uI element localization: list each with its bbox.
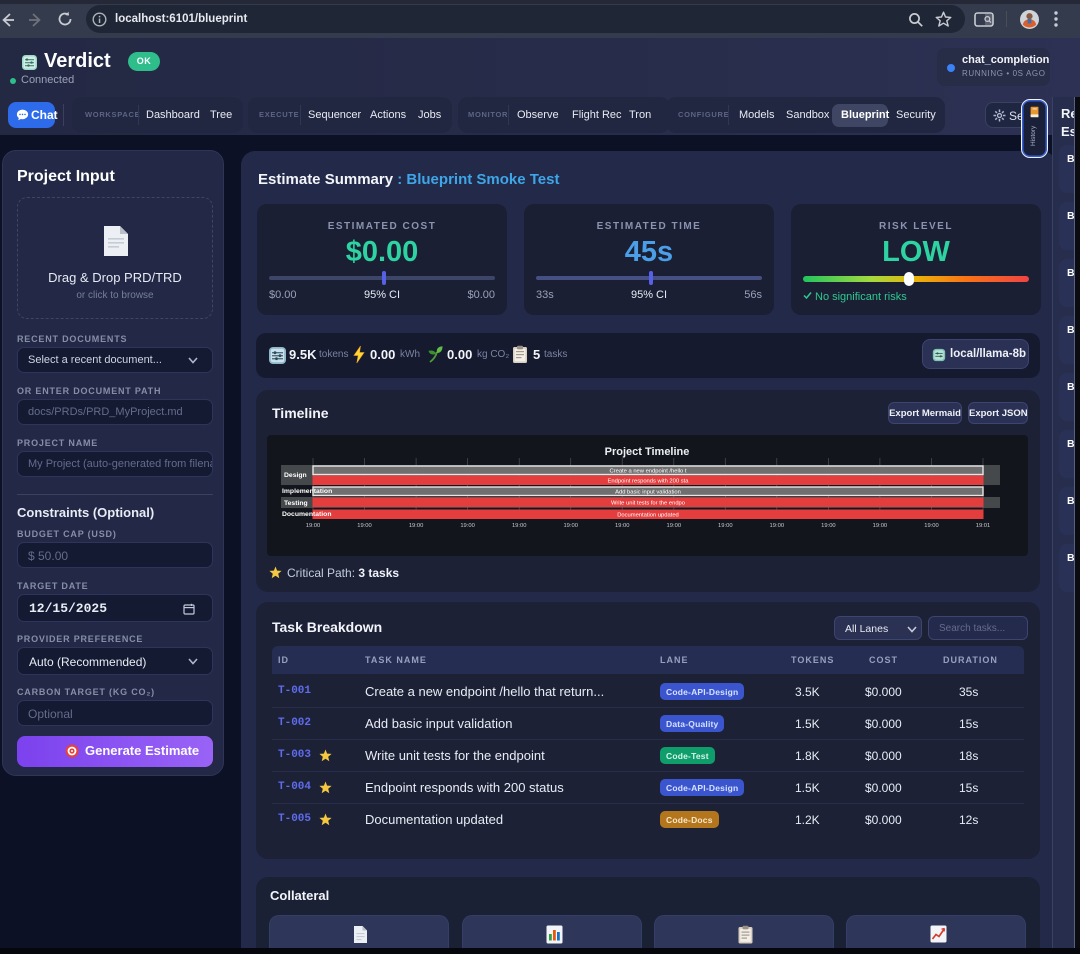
- svg-text:19:00: 19:00: [873, 523, 888, 529]
- svg-text:19:00: 19:00: [512, 523, 527, 529]
- svg-text:19:00: 19:00: [718, 523, 733, 529]
- svg-text:Design: Design: [284, 472, 307, 479]
- svg-text:19:00: 19:00: [409, 523, 424, 529]
- svg-text:19:00: 19:00: [924, 523, 939, 529]
- svg-text:Documentation: Documentation: [282, 511, 331, 518]
- svg-text:Endpoint responds with 200 sta: Endpoint responds with 200 sta: [608, 479, 690, 485]
- svg-text:19:00: 19:00: [306, 523, 321, 529]
- svg-text:Implementation: Implementation: [282, 488, 332, 495]
- svg-text:19:00: 19:00: [770, 523, 785, 529]
- svg-text:19:01: 19:01: [976, 523, 991, 529]
- svg-text:19:00: 19:00: [563, 523, 578, 529]
- svg-text:Create a new endpoint /hello t: Create a new endpoint /hello t: [609, 469, 686, 475]
- svg-text:19:00: 19:00: [357, 523, 372, 529]
- svg-text:Project Timeline: Project Timeline: [605, 446, 690, 458]
- svg-text:19:00: 19:00: [615, 523, 630, 529]
- svg-text:Documentation updated: Documentation updated: [617, 513, 679, 519]
- svg-text:Write unit tests for the endpo: Write unit tests for the endpo: [611, 501, 685, 507]
- svg-text:19:00: 19:00: [821, 523, 836, 529]
- svg-text:Add basic input validation: Add basic input validation: [615, 490, 681, 496]
- svg-text:19:00: 19:00: [667, 523, 682, 529]
- svg-text:Testing: Testing: [284, 500, 308, 507]
- svg-text:19:00: 19:00: [460, 523, 475, 529]
